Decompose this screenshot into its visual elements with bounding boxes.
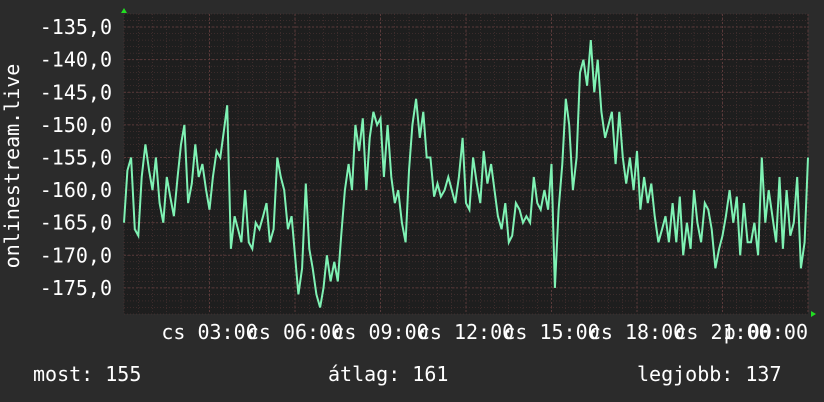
- x-tick-label: p 00:00: [724, 320, 808, 344]
- x-axis-arrow: [811, 311, 816, 317]
- y-tick-label: -165,0: [40, 211, 112, 235]
- stat-average: átlag: 161: [328, 362, 449, 386]
- y-tick-label: -135,0: [40, 15, 112, 39]
- x-tick-label: cs 12:00: [418, 320, 514, 344]
- y-tick-label: -145,0: [40, 80, 112, 104]
- stat-best: legjobb: 137: [637, 362, 782, 386]
- y-tick-label: -150,0: [40, 113, 112, 137]
- y-tick-label: -155,0: [40, 145, 112, 169]
- x-tick-label: cs 09:00: [332, 320, 428, 344]
- y-axis-ticks: -135,0 -140,0 -145,0 -150,0 -155,0 -160,0 -165…: [40, 15, 112, 300]
- y-axis-arrow: [121, 8, 127, 13]
- y-tick-label: -170,0: [40, 243, 112, 267]
- x-axis-ticks: cs 03:00cs 06:00cs 09:00cs 12:00cs 15:00…: [161, 320, 808, 344]
- y-axis-label: onlinestream.live: [0, 64, 24, 269]
- stat-current: most: 155: [33, 362, 142, 386]
- y-tick-label: -175,0: [40, 276, 112, 300]
- y-tick-label: -160,0: [40, 178, 112, 202]
- y-tick-label: -140,0: [40, 48, 112, 72]
- x-tick-label: cs 15:00: [503, 320, 599, 344]
- x-tick-label: cs 18:00: [589, 320, 685, 344]
- x-tick-label: cs 06:00: [247, 320, 343, 344]
- line-chart: -135,0 -140,0 -145,0 -150,0 -155,0 -160,0 -165…: [0, 8, 816, 344]
- x-tick-label: cs 03:00: [161, 320, 257, 344]
